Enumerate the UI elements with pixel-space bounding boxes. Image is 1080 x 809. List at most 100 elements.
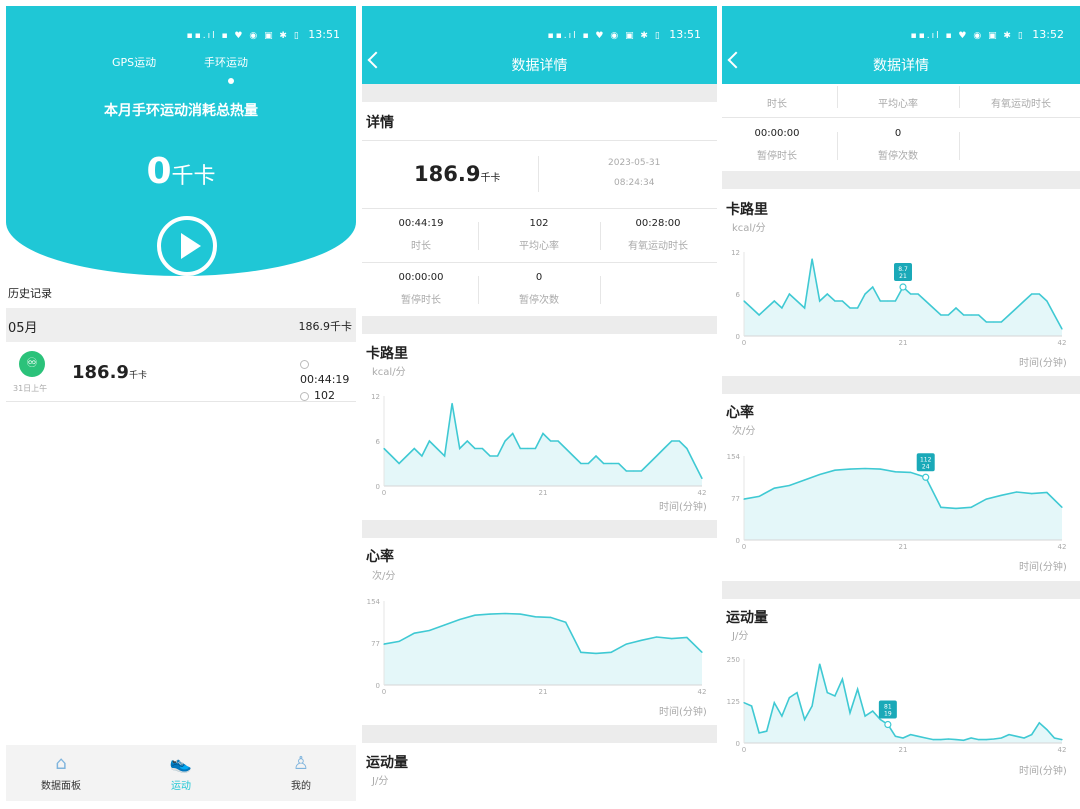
page-title: 本月手环运动消耗总热量	[104, 103, 258, 119]
data-point	[864, 467, 866, 470]
y-tick-label: 77	[731, 495, 740, 503]
tooltip-text: 81	[884, 704, 892, 711]
area-fill	[744, 468, 1062, 540]
nav-label: 运动	[171, 781, 191, 792]
y-tick-label: 0	[736, 537, 740, 545]
divider	[362, 262, 717, 263]
tooltip-marker	[884, 720, 892, 729]
stat-value: 0	[894, 128, 902, 139]
x-tick-label: 21	[899, 339, 908, 347]
clock-icon	[300, 359, 309, 369]
data-point	[925, 737, 927, 739]
nav-profile[interactable]: ♙ 我的	[246, 753, 356, 792]
signal-icon: ▪▪.ıl ▪ ♥ ◉ ▣ ✱ ▯	[910, 31, 1025, 41]
data-point	[1031, 493, 1033, 495]
data-point	[841, 300, 844, 302]
data-point	[671, 440, 673, 442]
stat-value: 102	[529, 218, 549, 229]
data-point	[909, 471, 912, 473]
data-point	[819, 300, 821, 302]
y-tick-label: 154	[727, 453, 741, 461]
data-point	[512, 432, 514, 435]
tooltip-text: 21	[899, 273, 907, 280]
data-point	[701, 477, 703, 480]
tab-band[interactable]: 手环运动	[204, 54, 248, 70]
data-point	[549, 440, 552, 442]
y-tick-label: 12	[371, 393, 380, 401]
data-point	[750, 705, 753, 707]
data-point	[940, 739, 942, 741]
stat-avg-heart-rate: 102 平均心率	[480, 218, 598, 252]
stat-avg-heart-rate-label: 平均心率	[839, 95, 957, 110]
stat-value: 00:00:00	[398, 272, 444, 283]
data-point	[640, 470, 643, 472]
data-point	[625, 470, 627, 472]
stat-label: 暂停次数	[519, 295, 559, 306]
data-point	[978, 739, 980, 741]
x-tick-label: 0	[742, 543, 746, 551]
heart-rate-chart[interactable]: 0 77 154 0 21 42 11224	[726, 448, 1072, 552]
activity-chart[interactable]: 0 125 250 0 21 42 8119	[726, 651, 1072, 755]
data-point	[1031, 293, 1033, 295]
status-bar: ▪▪.ıl ▪ ♥ ◉ ▣ ✱ ▯ 13:51	[187, 28, 340, 41]
x-axis-label: 时间(分钟)	[1019, 766, 1067, 777]
tooltip-text: 19	[884, 711, 892, 718]
divider	[538, 156, 539, 192]
data-point	[701, 651, 703, 653]
total-kcal: 186.9千卡	[414, 162, 500, 186]
heart-rate-title: 心率	[366, 549, 394, 565]
data-point	[743, 498, 745, 500]
history-record[interactable]: ♾ 31日上午 186.9千卡 00:44:19 102	[6, 342, 356, 402]
data-point	[489, 455, 491, 457]
start-workout-button[interactable]	[157, 216, 217, 276]
tab-gps[interactable]: GPS运动	[112, 54, 156, 70]
detail-header: ▪▪.ıl ▪ ♥ ◉ ▣ ✱ ▯ 13:52 数据详情	[722, 6, 1080, 84]
calories-chart[interactable]: 06120 21 428.721	[726, 244, 1072, 348]
y-tick-label: 77	[371, 640, 380, 648]
data-point	[947, 314, 950, 316]
home-icon: ⌂	[55, 753, 67, 774]
data-point	[693, 462, 696, 465]
data-point	[1000, 737, 1003, 739]
data-point	[940, 506, 942, 508]
activity-unit: J/分	[732, 631, 749, 642]
data-point	[970, 314, 972, 316]
y-tick-label: 12	[731, 249, 740, 257]
data-point	[773, 300, 775, 302]
data-point	[819, 473, 821, 476]
data-point	[451, 402, 453, 405]
data-point	[1023, 737, 1025, 739]
heart-rate-chart[interactable]: 0 77 154 0 21 42	[366, 593, 712, 697]
data-point	[1046, 300, 1048, 302]
x-tick-label: 21	[539, 688, 548, 696]
month-bar[interactable]: 05月 186.9千卡	[6, 308, 356, 342]
nav-sport[interactable]: 👟 运动	[126, 753, 236, 792]
stat-aerobic-label: 有氧运动时长	[962, 95, 1080, 110]
data-point	[595, 652, 597, 654]
calories-chart[interactable]: 0 6 12 0 21 42	[366, 388, 712, 498]
data-point	[519, 447, 521, 450]
page-title: 数据详情	[873, 58, 929, 74]
data-point	[826, 692, 828, 694]
data-point	[1053, 737, 1056, 739]
data-point	[443, 624, 446, 626]
data-point	[1046, 491, 1048, 494]
nav-dashboard[interactable]: ⌂ 数据面板	[6, 753, 116, 792]
data-point	[1038, 722, 1040, 724]
data-point	[466, 440, 468, 442]
stat-label: 暂停次数	[878, 151, 918, 162]
stat-duration-label: 时长	[722, 95, 836, 110]
stat-label: 时长	[411, 241, 431, 252]
activity-title: 运动量	[726, 610, 768, 626]
heart-rate-unit: 次/分	[372, 571, 396, 582]
data-point	[849, 307, 851, 309]
stat-label: 有氧运动时长	[991, 99, 1051, 110]
detail-header: ▪▪.ıl ▪ ♥ ◉ ▣ ✱ ▯ 13:51 数据详情	[362, 6, 717, 84]
data-point	[678, 440, 680, 442]
divider	[362, 725, 717, 743]
data-point	[572, 455, 574, 457]
data-point	[481, 447, 484, 450]
x-tick-label: 42	[698, 688, 707, 696]
data-point	[398, 640, 400, 642]
data-point	[766, 730, 768, 732]
